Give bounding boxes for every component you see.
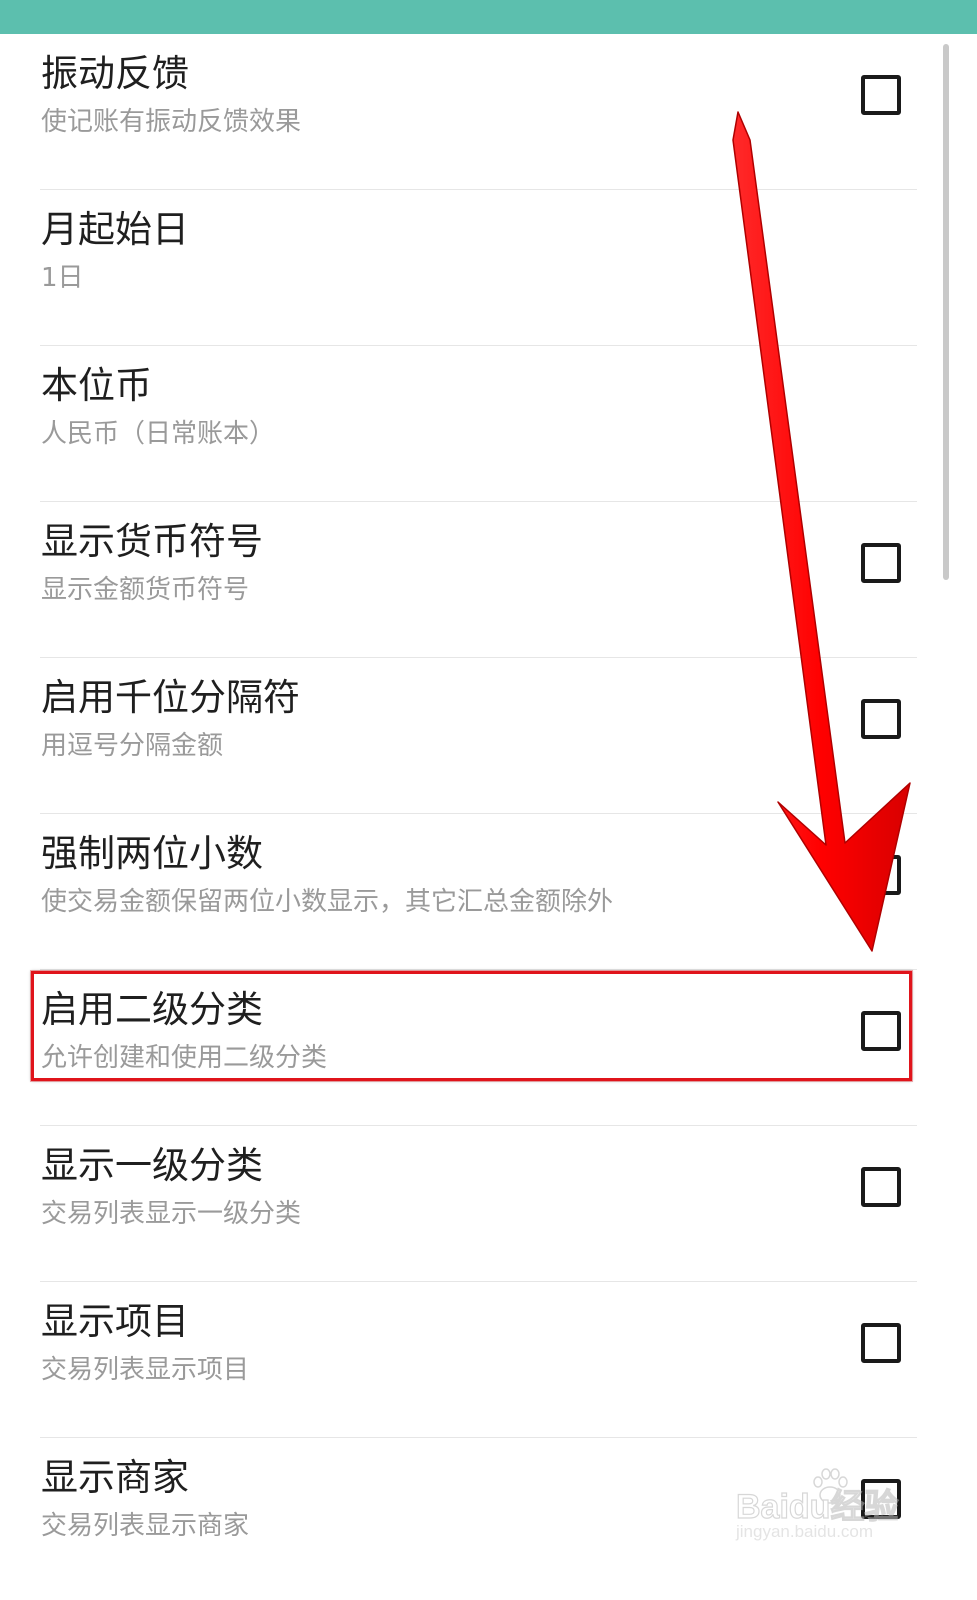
- setting-title: 显示项目: [41, 1300, 189, 1343]
- baidu-jingyan-watermark: Baidu经验 jingyan.baidu.com: [735, 1465, 936, 1550]
- setting-title: 显示一级分类: [41, 1144, 263, 1187]
- force-two-decimals-checkbox[interactable]: [861, 855, 901, 895]
- setting-description: 交易列表显示商家: [41, 1511, 250, 1541]
- setting-description: 1日: [41, 263, 84, 293]
- scrollbar[interactable]: [943, 44, 949, 580]
- setting-description: 交易列表显示项目: [41, 1355, 250, 1385]
- setting-title: 本位币: [41, 364, 152, 407]
- setting-description: 使记账有振动反馈效果: [41, 107, 302, 137]
- setting-title: 强制两位小数: [41, 832, 263, 875]
- setting-description: 使交易金额保留两位小数显示，其它汇总金额除外: [41, 887, 614, 917]
- setting-month-start-day[interactable]: 月起始日 1日: [0, 190, 977, 346]
- setting-title: 显示商家: [41, 1456, 189, 1499]
- show-currency-symbol-checkbox[interactable]: [861, 543, 901, 583]
- watermark-main-text: Baidu经验: [735, 1487, 899, 1526]
- show-primary-category-checkbox[interactable]: [861, 1167, 901, 1207]
- setting-description: 用逗号分隔金额: [41, 731, 224, 761]
- setting-vibration-feedback[interactable]: 振动反馈 使记账有振动反馈效果: [0, 34, 977, 190]
- setting-title: 振动反馈: [41, 52, 189, 95]
- setting-title: 显示货币符号: [41, 520, 263, 563]
- setting-show-currency-symbol[interactable]: 显示货币符号 显示金额货币符号: [0, 502, 977, 658]
- show-project-checkbox[interactable]: [861, 1323, 901, 1363]
- setting-show-project[interactable]: 显示项目 交易列表显示项目: [0, 1282, 977, 1438]
- setting-description: 显示金额货币符号: [41, 575, 250, 605]
- setting-description: 人民币（日常账本）: [41, 419, 276, 449]
- status-bar: [0, 0, 977, 34]
- setting-force-two-decimals[interactable]: 强制两位小数 使交易金额保留两位小数显示，其它汇总金额除外: [0, 814, 977, 970]
- enable-subcategory-checkbox[interactable]: [861, 1011, 901, 1051]
- thousands-separator-checkbox[interactable]: [861, 699, 901, 739]
- watermark-url-text: jingyan.baidu.com: [736, 1522, 874, 1541]
- setting-thousands-separator[interactable]: 启用千位分隔符 用逗号分隔金额: [0, 658, 977, 814]
- vibration-feedback-checkbox[interactable]: [861, 75, 901, 115]
- setting-title: 月起始日: [41, 208, 189, 251]
- setting-description: 允许创建和使用二级分类: [41, 1043, 328, 1073]
- settings-list: 振动反馈 使记账有振动反馈效果 月起始日 1日 本位币 人民币（日常账本） 显示…: [0, 34, 977, 1594]
- setting-title: 启用二级分类: [41, 988, 263, 1031]
- setting-description: 交易列表显示一级分类: [41, 1199, 302, 1229]
- setting-title: 启用千位分隔符: [41, 676, 300, 719]
- setting-enable-subcategory[interactable]: 启用二级分类 允许创建和使用二级分类: [0, 970, 977, 1126]
- setting-show-primary-category[interactable]: 显示一级分类 交易列表显示一级分类: [0, 1126, 977, 1282]
- setting-base-currency[interactable]: 本位币 人民币（日常账本）: [0, 346, 977, 502]
